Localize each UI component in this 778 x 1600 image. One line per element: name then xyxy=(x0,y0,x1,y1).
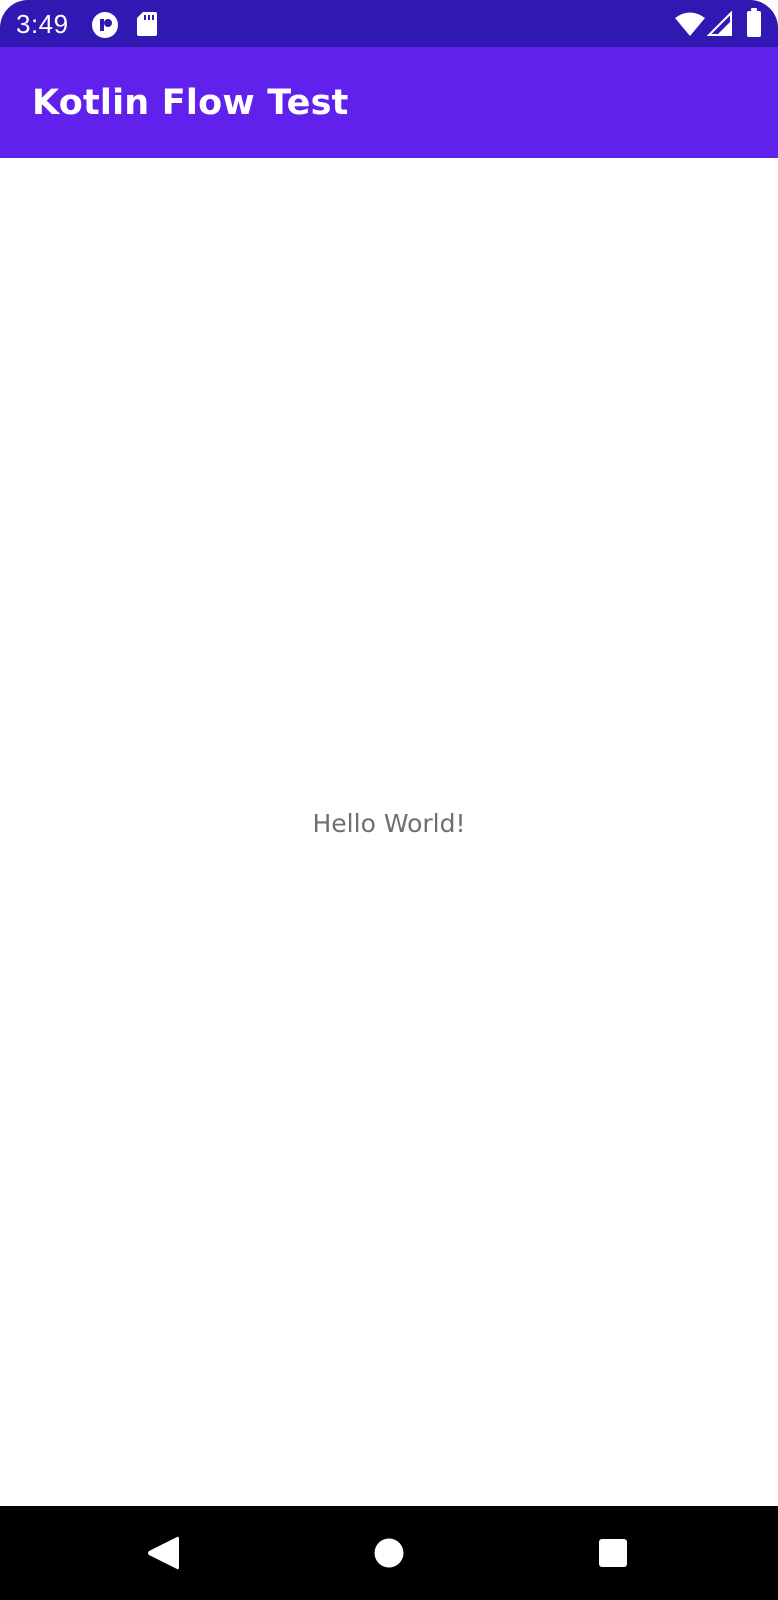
app-bar: Kotlin Flow Test xyxy=(0,47,778,158)
navigation-bar xyxy=(0,1506,778,1600)
status-bar: 3:49 xyxy=(0,0,778,47)
app-notification-icon xyxy=(92,12,118,38)
sd-card-icon xyxy=(137,12,157,36)
hello-text: Hello World! xyxy=(312,809,466,838)
back-icon xyxy=(148,1536,179,1570)
recents-icon xyxy=(599,1539,627,1567)
back-button[interactable] xyxy=(103,1506,223,1600)
home-button[interactable] xyxy=(329,1506,449,1600)
battery-icon xyxy=(747,8,761,37)
recents-button[interactable] xyxy=(553,1506,673,1600)
home-icon xyxy=(374,1538,404,1568)
wifi-icon xyxy=(675,12,705,36)
phone-screen: 3:49 Kotlin Flow Test Hello World! xyxy=(0,0,778,1600)
app-title: Kotlin Flow Test xyxy=(32,83,349,123)
cell-signal-icon xyxy=(707,11,732,36)
status-time: 3:49 xyxy=(16,9,69,39)
main-content: Hello World! xyxy=(0,158,778,1506)
